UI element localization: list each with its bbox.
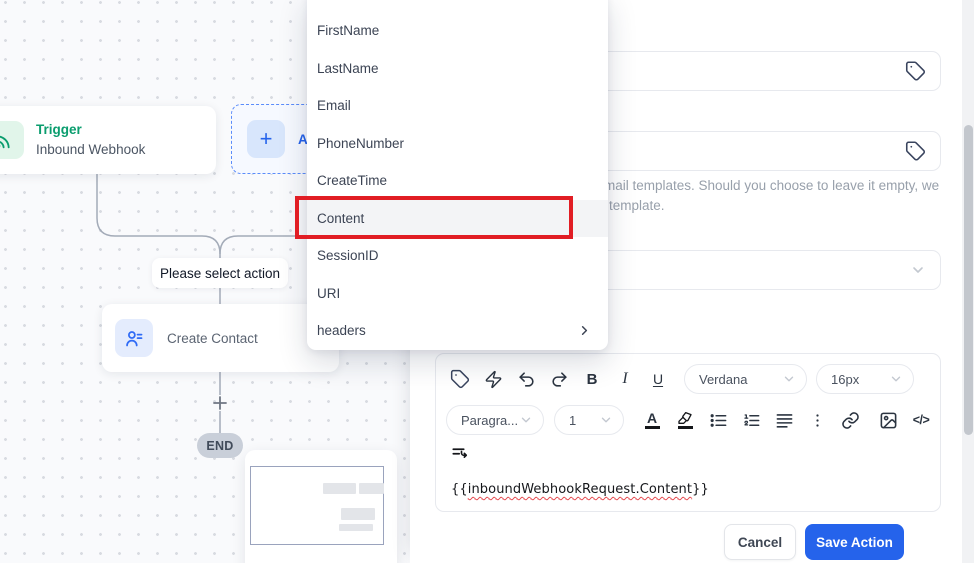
end-badge: END [197,433,243,458]
align-icon[interactable] [770,406,798,434]
code-view-button[interactable]: </> [907,406,935,434]
dropdown-item-lastname[interactable]: LastName [307,50,608,88]
bold-button[interactable]: B [578,365,606,393]
paragraph-format-select[interactable]: Paragra... [446,405,544,435]
dropdown-item-email[interactable]: Email [307,87,608,125]
create-contact-label: Create Contact [167,330,258,346]
font-family-select[interactable]: Verdana [684,364,807,394]
image-icon[interactable] [874,406,902,434]
save-action-button[interactable]: Save Action [805,524,904,560]
vertical-scrollbar[interactable] [962,0,974,563]
rich-text-editor[interactable]: B I U Verdana 16px Paragra... 1 A </> {{… [435,353,941,512]
link-icon[interactable] [836,406,864,434]
font-family-value: Verdana [699,371,748,387]
chevron-down-icon [601,417,611,423]
more-options-icon[interactable] [803,406,831,434]
tag-icon[interactable] [905,141,926,162]
editor-content-text[interactable]: {{inboundWebhookRequest.Content}} [451,482,709,497]
chevron-down-icon [910,262,926,278]
skeleton-bar [341,508,375,520]
tag-icon[interactable] [446,365,474,393]
dropdown-item-createtime[interactable]: CreateTime [307,162,608,200]
preview-card[interactable] [245,450,397,563]
chevron-down-icon [891,376,901,382]
plus-icon: + [247,120,285,158]
text-direction-icon[interactable] [446,439,474,467]
chevron-right-icon [581,326,588,336]
skeleton-bar [359,483,384,494]
skeleton-bar [339,524,373,531]
font-size-value: 16px [831,371,860,387]
undo-icon[interactable] [512,365,540,393]
create-contact-node[interactable]: Create Contact [102,304,339,372]
line-spacing-select[interactable]: 1 [554,405,624,435]
lightning-icon[interactable] [479,365,507,393]
tag-icon[interactable] [905,61,926,82]
variable-token: inboundWebhookRequest.Content [467,482,693,497]
highlighter-icon[interactable] [671,406,699,434]
text-color-button[interactable]: A [638,406,666,434]
chevron-down-icon [784,376,794,382]
dropdown-item-headers[interactable]: headers [307,312,608,350]
dropdown-item-firstname[interactable]: FirstName [307,12,608,50]
skeleton-bar [323,483,356,494]
dropdown-item-content[interactable]: Content [307,199,608,237]
helper-text-line1: mail templates. Should you choose to lea… [604,178,940,193]
webhook-signal-icon [0,121,24,159]
trigger-node-title: Trigger [36,122,82,138]
paragraph-format-value: Paragra... [461,412,519,428]
dropdown-item-sessionid[interactable]: SessionID [307,237,608,275]
font-size-select[interactable]: 16px [816,364,914,394]
workflow-builder-screen: Trigger Inbound Webhook + Add Please sel… [0,0,974,563]
italic-button[interactable]: I [611,365,639,393]
preview-frame [250,466,384,545]
cancel-button[interactable]: Cancel [724,524,796,560]
dropdown-item-uri[interactable]: URI [307,275,608,313]
variable-picker-dropdown: FirstName LastName Email PhoneNumber Cre… [307,0,608,350]
numbered-list-icon[interactable] [737,406,765,434]
bullet-list-icon[interactable] [704,406,732,434]
helper-text-line2: template. [609,198,665,213]
dropdown-item-phonenumber[interactable]: PhoneNumber [307,125,608,163]
trigger-node[interactable]: Trigger Inbound Webhook [0,106,216,174]
line-spacing-value: 1 [569,412,577,428]
highlight-color-bar [677,426,693,429]
contact-person-icon [115,319,153,357]
select-action-placeholder[interactable]: Please select action [152,258,288,288]
redo-icon[interactable] [545,365,573,393]
underline-button[interactable]: U [644,365,672,393]
trigger-node-subtitle: Inbound Webhook [36,142,146,157]
chevron-down-icon [521,417,531,423]
scrollbar-thumb[interactable] [963,125,973,435]
text-color-bar [644,426,660,429]
